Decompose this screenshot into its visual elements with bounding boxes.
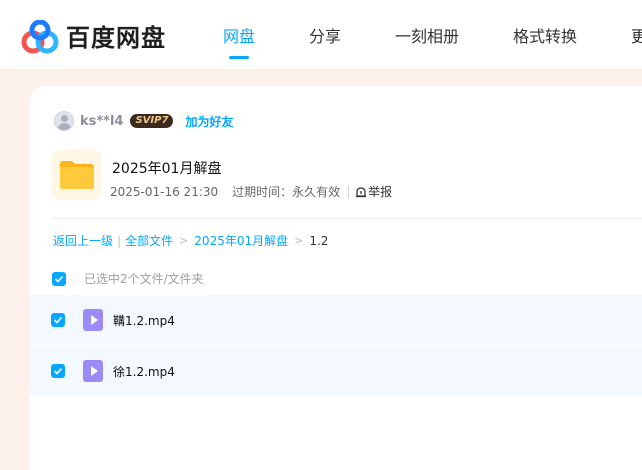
breadcrumb-arrow: >: [294, 234, 304, 247]
app-logo[interactable]: 百度网盘: [20, 20, 166, 56]
check-icon: [53, 367, 63, 375]
sharer-username: ks**l4: [80, 113, 124, 129]
breadcrumb-all-files[interactable]: 全部文件: [125, 232, 173, 249]
nav-item-share[interactable]: 分享: [309, 26, 341, 48]
nav-item-album[interactable]: 一刻相册: [395, 26, 459, 48]
add-friend-link[interactable]: 加为好友: [185, 113, 233, 130]
file-name[interactable]: 徐1.2.mp4: [113, 363, 175, 380]
video-file-icon: [83, 360, 103, 382]
nav-item-format-convert[interactable]: 格式转换: [513, 26, 577, 48]
breadcrumb: 返回上一级 | 全部文件 > 2025年01月解盘 > 1.2: [53, 232, 328, 249]
breadcrumb-current: 1.2: [309, 233, 329, 248]
share-meta: 2025-01-16 21:30 过期时间：永久有效 举报: [110, 183, 392, 200]
report-icon: [356, 186, 367, 197]
report-label: 举报: [368, 185, 393, 199]
divider: [52, 218, 642, 219]
top-header: 百度网盘 网盘 分享 一刻相册 格式转换 更: [0, 0, 642, 70]
share-date: 2025-01-16 21:30: [110, 184, 219, 199]
check-icon: [54, 275, 64, 283]
file-checkbox[interactable]: [51, 313, 65, 327]
breadcrumb-separator: |: [117, 233, 122, 248]
breadcrumb-arrow: >: [179, 234, 189, 247]
breadcrumb-folder[interactable]: 2025年01月解盘: [194, 232, 288, 249]
folder-icon: [52, 150, 102, 200]
share-card: ks**l4 SVIP7 加为好友 2025年01月解盘 2025-01-16 …: [30, 86, 642, 470]
select-all-row: 已选中2个文件/文件夹: [52, 270, 204, 287]
select-all-checkbox[interactable]: [52, 271, 66, 286]
report-button[interactable]: 举报: [355, 183, 392, 200]
expire-time: 过期时间：永久有效: [232, 185, 341, 199]
nav-item-more[interactable]: 更: [631, 26, 642, 48]
file-checkbox[interactable]: [51, 364, 65, 378]
sharer-info: ks**l4 SVIP7 加为好友: [54, 110, 233, 132]
brand-name: 百度网盘: [66, 24, 166, 52]
avatar[interactable]: [54, 111, 74, 131]
nav-active-indicator: [229, 56, 249, 59]
nav-item-netdisk[interactable]: 网盘: [223, 26, 255, 48]
back-link[interactable]: 返回上一级: [53, 232, 113, 249]
check-icon: [53, 316, 63, 324]
video-file-icon: [83, 309, 103, 331]
file-row[interactable]: 鞲1.2.mp4: [30, 295, 642, 345]
baidu-netdisk-logo-icon: [21, 20, 59, 54]
file-name[interactable]: 鞲1.2.mp4: [113, 312, 175, 329]
file-row[interactable]: 徐1.2.mp4: [30, 346, 642, 396]
meta-divider: [348, 185, 350, 198]
svip-badge: SVIP7: [130, 114, 174, 128]
selection-count: 已选中2个文件/文件夹: [84, 272, 204, 286]
share-title: 2025年01月解盘: [112, 161, 222, 177]
